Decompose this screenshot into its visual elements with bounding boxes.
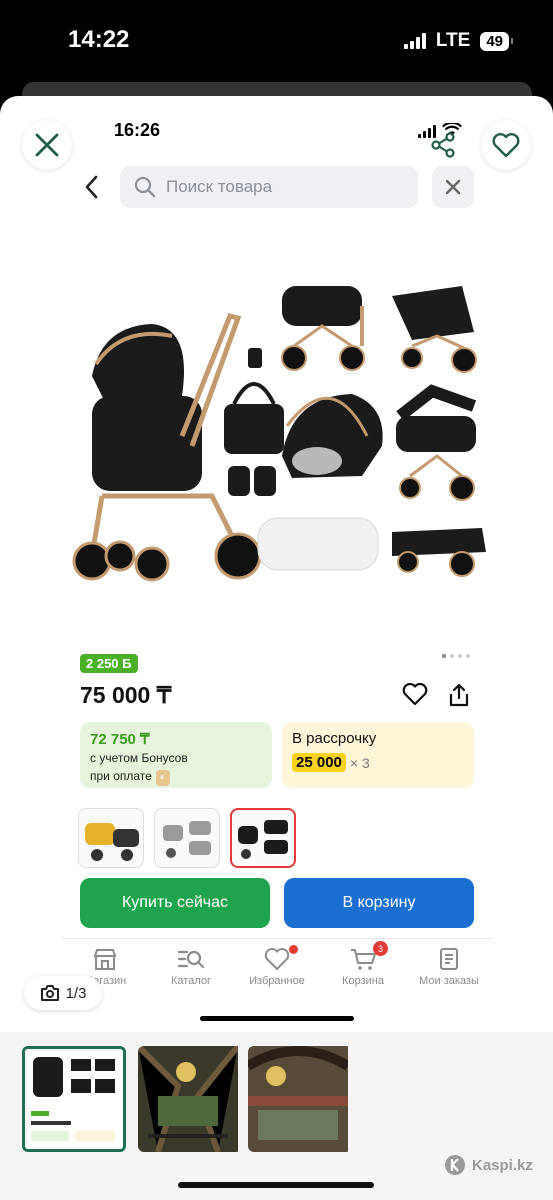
screenshot-image: 16:26 Поиск товара 2 250 Б 75 000 ₸ 72 7… [62, 96, 492, 1032]
viewer-share-icon[interactable] [430, 132, 456, 158]
product-price: 75 000 ₸ [80, 682, 172, 708]
tab-catalog[interactable]: Каталог [148, 939, 234, 998]
photo-thumb-1[interactable] [22, 1046, 126, 1152]
back-arrow-icon[interactable] [82, 174, 102, 200]
bag-icon [224, 404, 284, 454]
bonus-price-card[interactable]: 72 750 ₸ с учетом Бонусов при оплате ◐ [80, 722, 272, 788]
installment-amount: 25 000 [292, 753, 346, 772]
catalog-icon [177, 950, 205, 969]
inner-home-indicator [200, 1016, 354, 1021]
image-pagination [442, 654, 470, 658]
orders-icon [440, 948, 458, 970]
variant-grey[interactable] [154, 808, 220, 868]
viewer-favorite-button[interactable] [481, 120, 531, 170]
store-icon [93, 949, 117, 970]
variant-yellow[interactable] [78, 808, 144, 868]
close-icon [445, 179, 461, 195]
variant-thumbnails [78, 808, 296, 870]
tab-cart-label: Корзина [342, 975, 384, 987]
product-image[interactable] [62, 256, 492, 616]
favorites-dot [289, 945, 298, 954]
variant-black-selected[interactable] [230, 808, 296, 868]
photo-counter-text: 1/3 [65, 984, 87, 1002]
bonus-coin-icon: ◐ [155, 770, 170, 786]
search-placeholder: Поиск товара [166, 177, 273, 196]
close-viewer-button[interactable] [22, 120, 72, 170]
add-to-cart-button[interactable]: В корзину [284, 878, 474, 928]
installment-label: В рассрочку [292, 730, 377, 747]
car-seat-icon [282, 394, 383, 478]
network-label: LTE [435, 30, 471, 51]
inner-status-bar: 16:26 [62, 96, 492, 156]
kaspi-brand-text: Kaspi.kz [472, 1156, 533, 1174]
favorite-heart-icon[interactable] [402, 682, 428, 706]
kaspi-brand: Kaspi.kz [444, 1154, 533, 1176]
kaspi-logo-icon [445, 1155, 465, 1175]
cup-holder-icon [248, 348, 262, 368]
photo-thumb-2[interactable] [138, 1046, 242, 1152]
seat-stroller-icon [392, 286, 477, 373]
home-indicator [178, 1182, 374, 1188]
mattress-icon [257, 517, 379, 571]
tab-orders[interactable]: Мои заказы [406, 939, 492, 998]
folded-stroller-icon [392, 528, 486, 577]
installment-card[interactable]: В рассрочку 25 000 × 3 [282, 722, 474, 788]
share-icon[interactable] [446, 682, 472, 708]
tab-catalog-label: Каталог [171, 975, 211, 987]
bonus-line-1: с учетом Бонусов [90, 751, 188, 765]
tab-favorites-label: Избранное [249, 975, 305, 987]
search-input[interactable]: Поиск товара [120, 166, 418, 208]
search-icon [134, 176, 156, 198]
close-icon [35, 133, 59, 157]
tab-favorites[interactable]: Избранное [234, 939, 320, 998]
camera-icon [40, 985, 59, 1001]
search-row: Поиск товара [62, 166, 492, 210]
battery-icon: 49 [480, 31, 513, 51]
cart-count-badge: 3 [373, 941, 388, 956]
bottom-tab-bar: Магазин Каталог Избранное 3 Корзина Мои … [62, 938, 492, 998]
outer-time: 14:22 [68, 26, 130, 53]
bassinet-stroller-icon [281, 286, 365, 371]
heart-icon [264, 948, 290, 971]
clear-search-button[interactable] [432, 166, 474, 208]
bonus-badge: 2 250 Б [80, 654, 138, 673]
mittens-icon [228, 466, 250, 496]
tab-cart[interactable]: 3 Корзина [320, 939, 406, 998]
tab-orders-label: Мои заказы [419, 975, 479, 987]
heart-icon [492, 133, 520, 158]
bonus-line-2: при оплате [90, 769, 152, 783]
outer-status-bar: 14:22 LTE 49 [0, 0, 553, 80]
bonus-price: 72 750 ₸ [90, 731, 150, 748]
inner-time: 16:26 [114, 120, 161, 140]
photo-viewer-sheet: 16:26 Поиск товара 2 250 Б 75 000 ₸ 72 7… [0, 96, 553, 1200]
photo-counter: 1/3 [24, 976, 102, 1010]
outer-status-icons: LTE 49 [403, 30, 513, 52]
installment-times: × 3 [349, 754, 370, 771]
buy-now-button[interactable]: Купить сейчас [80, 878, 270, 928]
bassinet-stroller-2-icon [396, 384, 477, 501]
photo-thumb-3[interactable] [248, 1046, 352, 1152]
signal-icon [403, 33, 426, 49]
